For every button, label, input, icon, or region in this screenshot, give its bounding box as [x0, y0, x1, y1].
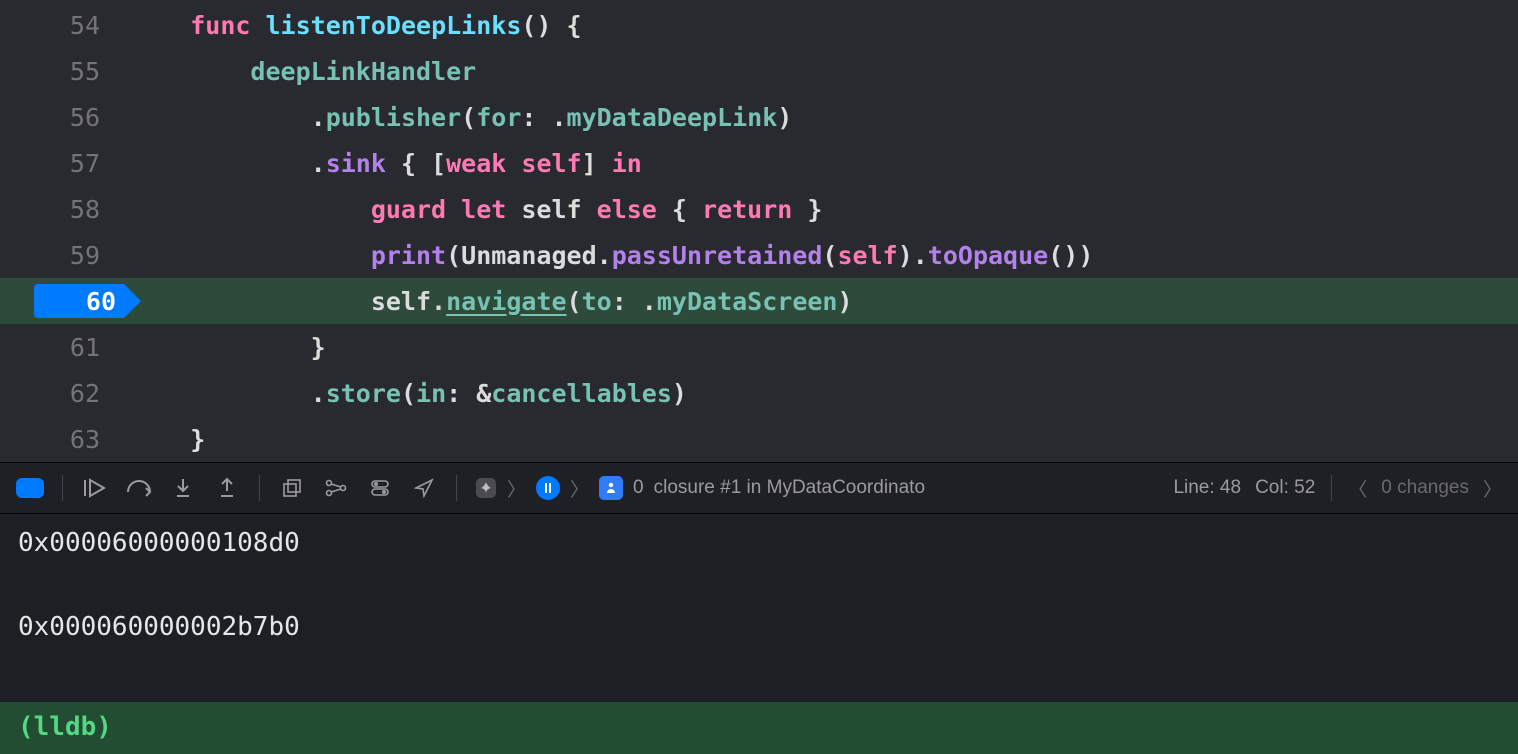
breakpoint-marker[interactable]: 60	[34, 284, 124, 318]
code-content: }	[130, 425, 205, 454]
simulate-location-button[interactable]	[410, 475, 438, 501]
code-line[interactable]: 54 func listenToDeepLinks() {	[0, 2, 1518, 48]
code-line[interactable]: 57 .sink { [weak self] in	[0, 140, 1518, 186]
code-content: self.navigate(to: .myDataScreen)	[130, 287, 853, 316]
code-content: .publisher(for: .myDataDeepLink)	[130, 103, 792, 132]
breakpoints-toggle-button[interactable]	[16, 475, 44, 501]
code-content: print(Unmanaged.passUnretained(self).toO…	[130, 241, 1093, 270]
separator	[259, 475, 260, 501]
lldb-prompt[interactable]: (lldb)	[0, 702, 1518, 754]
code-content: .store(in: &cancellables)	[130, 379, 687, 408]
gutter-line-number[interactable]: 63	[0, 425, 130, 454]
gutter-line-number[interactable]: 55	[0, 57, 130, 86]
changes-label: 0 changes	[1381, 477, 1469, 499]
separator	[62, 475, 63, 501]
thread-icon	[536, 476, 560, 500]
gutter-line-number[interactable]: 58	[0, 195, 130, 224]
code-line[interactable]: 61 }	[0, 324, 1518, 370]
environment-overrides-button[interactable]	[366, 475, 394, 501]
chevron-left-icon[interactable]: 〈	[1348, 475, 1367, 502]
chevron-right-icon: 〉	[570, 475, 589, 502]
code-editor[interactable]: 54 func listenToDeepLinks() { 55 deepLin…	[0, 0, 1518, 462]
cursor-line-label: Line: 48	[1173, 477, 1241, 499]
stack-frame-label[interactable]: closure #1 in MyDataCoordinato	[654, 477, 925, 499]
debug-view-hierarchy-button[interactable]	[278, 475, 306, 501]
gutter-line-number[interactable]: 57	[0, 149, 130, 178]
separator	[456, 475, 457, 501]
code-content: .sink { [weak self] in	[130, 149, 642, 178]
step-over-button[interactable]	[125, 475, 153, 501]
debug-console[interactable]: 0x00006000000108d0 0x000060000002b7b0	[0, 514, 1518, 702]
gutter-line-number[interactable]: 62	[0, 379, 130, 408]
code-line[interactable]: 62 .store(in: &cancellables)	[0, 370, 1518, 416]
gutter-line-number[interactable]: 61	[0, 333, 130, 362]
status-right: Line: 48 Col: 52 〈 0 changes 〉	[1173, 475, 1502, 502]
step-into-button[interactable]	[169, 475, 197, 501]
step-out-button[interactable]	[213, 475, 241, 501]
gutter-line-number[interactable]: 59	[0, 241, 130, 270]
code-line[interactable]: 55 deepLinkHandler	[0, 48, 1518, 94]
separator	[1331, 475, 1332, 501]
app-icon	[475, 477, 497, 499]
chevron-right-icon: 〉	[507, 475, 526, 502]
code-line[interactable]: 56 .publisher(for: .myDataDeepLink)	[0, 94, 1518, 140]
code-content: guard let self else { return }	[130, 195, 822, 224]
console-output-line: 0x000060000002b7b0	[18, 612, 1500, 642]
code-line[interactable]: 63 }	[0, 416, 1518, 462]
code-content: deepLinkHandler	[130, 57, 476, 86]
debug-breadcrumbs[interactable]: 〉 〉 0 closure #1 in MyDataCoordinato	[475, 475, 925, 502]
thread-count: 0	[633, 477, 644, 499]
gutter-line-number[interactable]: 56	[0, 103, 130, 132]
code-content: func listenToDeepLinks() {	[130, 11, 582, 40]
code-line[interactable]: 59 print(Unmanaged.passUnretained(self).…	[0, 232, 1518, 278]
gutter-line-number[interactable]: 54	[0, 11, 130, 40]
code-content: }	[130, 333, 326, 362]
debug-memory-graph-button[interactable]	[322, 475, 350, 501]
code-line-breakpoint[interactable]: 60 self.navigate(to: .myDataScreen)	[0, 278, 1518, 324]
chevron-right-icon[interactable]: 〉	[1483, 475, 1502, 502]
frame-icon	[599, 476, 623, 500]
code-line[interactable]: 58 guard let self else { return }	[0, 186, 1518, 232]
console-output-line: 0x00006000000108d0	[18, 528, 1500, 558]
cursor-col-label: Col: 52	[1255, 477, 1315, 499]
continue-button[interactable]	[81, 475, 109, 501]
debug-bar: 〉 〉 0 closure #1 in MyDataCoordinato Lin…	[0, 462, 1518, 514]
